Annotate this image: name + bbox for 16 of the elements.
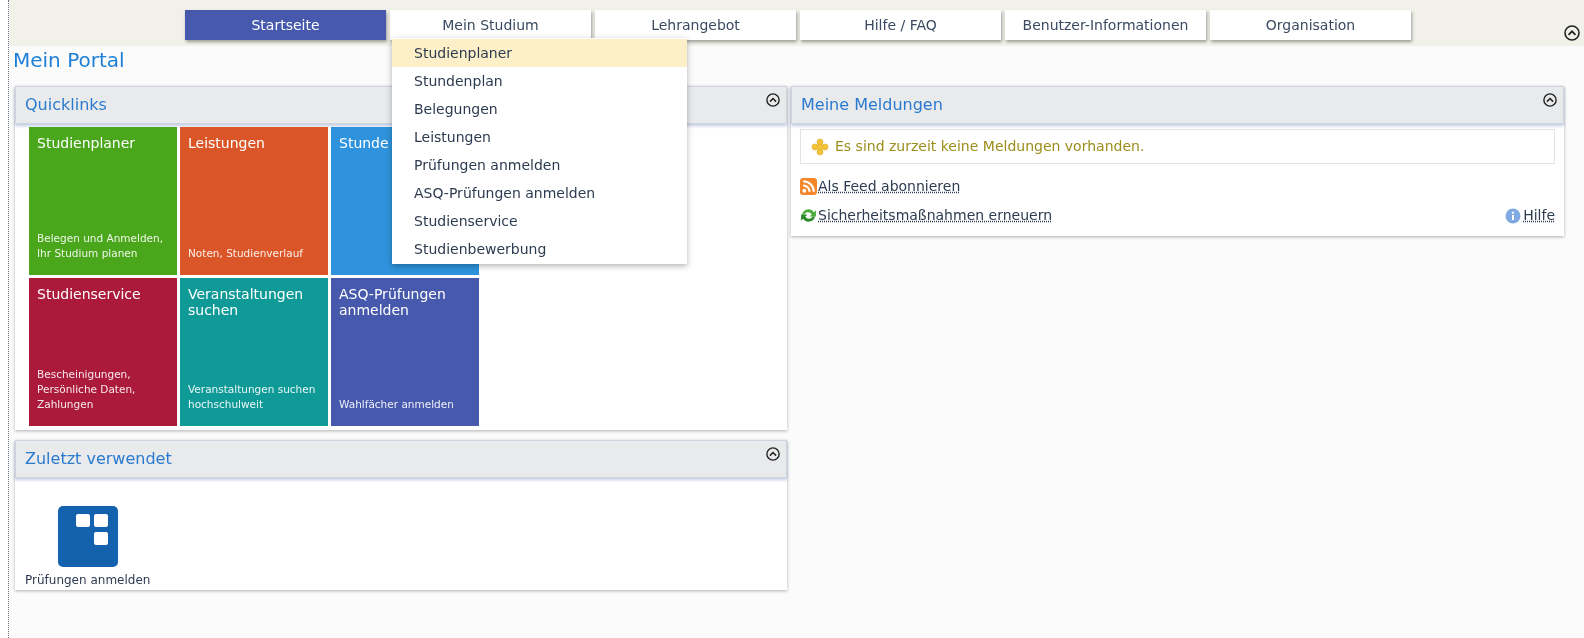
tile-title: Stunde	[339, 135, 389, 151]
tile-title: Leistungen	[188, 135, 265, 151]
panel-title: Meine Meldungen	[801, 94, 943, 116]
tile-title: Veranstaltungen suchen	[188, 286, 305, 318]
tile-title: Studienservice	[37, 286, 141, 302]
tile-title: Studienplaner	[37, 135, 136, 151]
panel-title: Quicklinks	[25, 94, 107, 116]
page-title: Mein Portal	[13, 48, 125, 72]
panel-title: Zuletzt verwendet	[25, 448, 172, 470]
tile-subtitle: Veranstaltungen suchen hochschulweit	[188, 382, 317, 412]
tile-subtitle: Belegen und Anmelden, Ihr Studium planen	[37, 231, 165, 261]
tile-subtitle: Noten, Studienverlauf	[188, 246, 303, 261]
tile-subtitle: Wahlfächer anmelden	[339, 397, 454, 412]
tile-subtitle: Bescheinigungen, Persönliche Daten, Zahlungen	[37, 367, 137, 412]
tile-title: ASQ-Prüfungen anmelden	[339, 286, 447, 318]
notice-text: Es sind zurzeit keine Meldungen vorhanden.	[835, 137, 1145, 156]
